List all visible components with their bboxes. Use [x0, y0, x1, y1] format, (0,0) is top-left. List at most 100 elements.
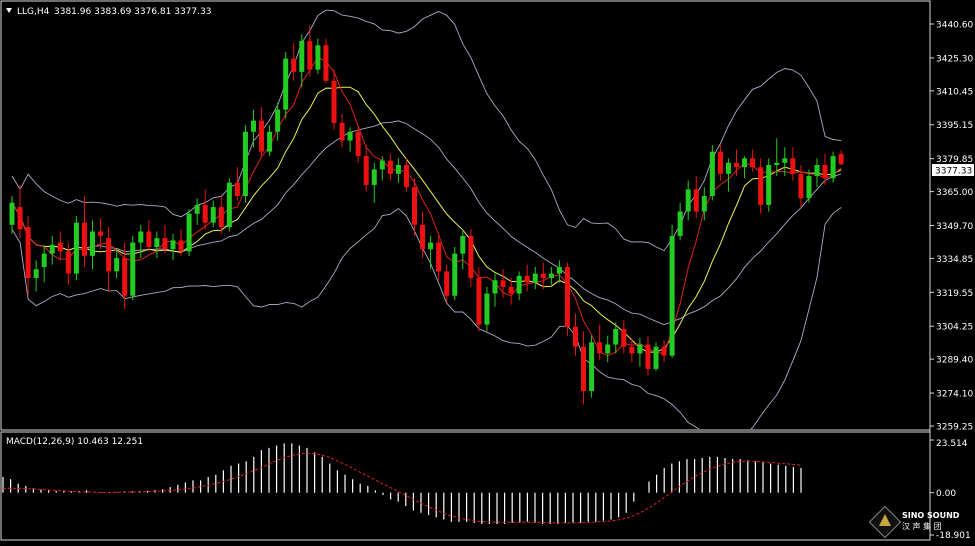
ohlc-label: 3381.96 3383.69 3376.81 3377.33 — [54, 7, 211, 17]
price-tick-label: 3319.55 — [936, 289, 973, 299]
candle — [210, 200, 216, 228]
candle-body — [428, 242, 434, 250]
price-tick-label: 3259.25 — [936, 423, 973, 433]
candle-body — [154, 238, 160, 248]
candle-body — [363, 156, 369, 185]
candle-body — [283, 58, 289, 110]
candle-body — [178, 240, 184, 252]
price-axis: 3440.60 3425.30 3410.45 3395.15 3379.85 3365.… — [930, 21, 973, 433]
candle-body — [460, 235, 466, 254]
candle-body — [524, 275, 530, 283]
chart-canvas: 3440.60 3425.30 3410.45 3395.15 3379.85 3365.… — [0, 0, 974, 541]
candle — [218, 196, 224, 234]
candle-body — [234, 182, 240, 197]
candle-body — [267, 131, 273, 152]
macd-tick-label: -18.901 — [936, 531, 971, 541]
candle — [259, 107, 265, 159]
candle — [693, 176, 699, 219]
candle-body — [581, 346, 587, 392]
candle — [725, 158, 731, 192]
candle-body — [202, 204, 208, 223]
watermark-chinese: 汉 声 集 团 — [902, 521, 942, 531]
candle-body — [395, 164, 401, 174]
watermark-brand: SINO SOUND — [902, 511, 960, 520]
candle-body — [371, 169, 377, 185]
candle-body — [355, 131, 361, 157]
candle-body — [9, 202, 15, 225]
candle-body — [540, 273, 546, 279]
candle — [661, 340, 667, 363]
price-tick-label: 3395.15 — [936, 121, 973, 131]
candle — [677, 202, 683, 241]
candle — [444, 264, 450, 303]
candle — [315, 38, 321, 75]
candle — [154, 231, 160, 259]
candle-body — [669, 235, 675, 356]
candle-body — [65, 251, 71, 274]
candle-body — [814, 164, 820, 177]
triangle-down-icon[interactable] — [6, 8, 12, 13]
candle — [822, 153, 828, 185]
candle — [114, 249, 120, 279]
chart-window: 3440.60 3425.30 3410.45 3395.15 3379.85 3365.… — [0, 0, 975, 542]
candle — [556, 260, 562, 283]
candle — [540, 262, 546, 290]
price-tick-label: 3274.10 — [936, 390, 973, 400]
candle — [234, 167, 240, 201]
candle-body — [838, 153, 844, 165]
candle-body — [589, 342, 595, 392]
candle — [122, 242, 128, 310]
candle-body — [734, 162, 739, 168]
candle-body — [251, 120, 256, 132]
candle — [170, 233, 176, 261]
candle-body — [33, 269, 39, 279]
candle-body — [564, 266, 570, 327]
candle — [766, 158, 772, 212]
candle-body — [452, 253, 458, 296]
candle-body — [291, 58, 297, 72]
candle-body — [275, 109, 281, 132]
candle-body — [130, 242, 136, 296]
bollinger-middle — [11, 120, 842, 326]
candle — [838, 150, 844, 166]
candle-body — [717, 151, 723, 174]
candle — [17, 184, 23, 239]
price-tick-label: 3425.30 — [936, 54, 973, 64]
candle — [49, 235, 55, 265]
candle-body — [653, 346, 659, 369]
candle — [742, 156, 748, 179]
bollinger-bands — [11, 9, 842, 429]
candle-body — [468, 235, 474, 279]
candle — [581, 331, 587, 405]
price-tick-label: 3410.45 — [936, 87, 973, 97]
candle — [597, 324, 603, 361]
candle-body — [299, 40, 305, 72]
candle — [323, 38, 329, 83]
candle-body — [637, 344, 643, 354]
candle — [138, 224, 144, 259]
candle-body — [508, 286, 514, 294]
candle — [283, 51, 289, 119]
candle — [653, 342, 659, 372]
candle-body — [742, 158, 748, 168]
candle-body — [210, 207, 216, 223]
candle — [363, 145, 369, 192]
candle — [460, 229, 466, 270]
candle-body — [307, 40, 313, 70]
candle-body — [774, 162, 780, 165]
candle-body — [693, 189, 699, 212]
candle — [492, 273, 498, 307]
candle — [484, 286, 490, 332]
candle-body — [194, 204, 200, 214]
macd-tick-label: 23.514 — [936, 439, 968, 449]
candle — [548, 266, 554, 285]
candle-body — [556, 266, 562, 274]
candle-body — [387, 160, 393, 174]
candle — [403, 158, 409, 192]
candle-body — [17, 207, 23, 230]
price-tick-label: 3304.25 — [936, 323, 973, 333]
macd-panel-frame — [0, 431, 931, 541]
candle-body — [790, 158, 796, 174]
candle-body — [162, 238, 168, 250]
ma-fast-line — [11, 56, 842, 357]
